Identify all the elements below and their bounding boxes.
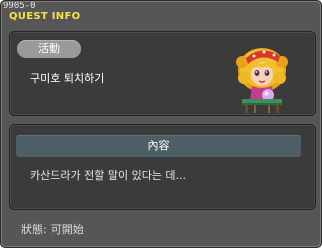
npc-portrait-icon xyxy=(236,48,288,113)
status-value: 可開始 xyxy=(50,223,84,236)
quest-id: 9905-0 xyxy=(3,1,36,11)
quest-name: 구미호 퇴치하기 xyxy=(30,72,105,85)
quest-status: 狀態: 可開始 xyxy=(21,223,84,237)
quest-summary-panel: 活動 구미호 퇴치하기 xyxy=(9,31,316,116)
status-label: 狀態: xyxy=(21,223,47,236)
quest-description: 카산드라가 전할 말이 있다는 데... xyxy=(30,169,187,182)
quest-info-window: 9905-0 QUEST INFO 活動 구미호 퇴치하기 內容 카산드라가 전… xyxy=(0,0,322,248)
content-section-header: 內容 xyxy=(16,135,301,157)
window-title: QUEST INFO xyxy=(9,11,81,22)
quest-category-badge: 活動 xyxy=(17,40,81,58)
quest-content-panel: 內容 카산드라가 전할 말이 있다는 데... xyxy=(9,124,316,210)
